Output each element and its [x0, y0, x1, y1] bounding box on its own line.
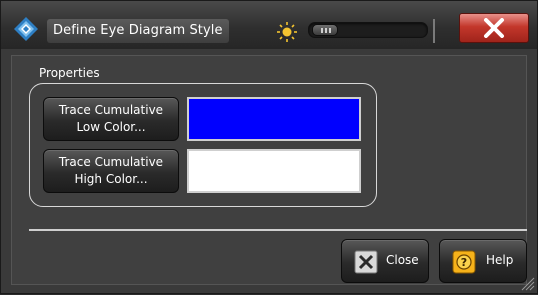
title-divider — [433, 19, 435, 43]
window-title: Define Eye Diagram Style — [47, 19, 229, 43]
close-x-icon — [484, 18, 504, 38]
high-color-swatch[interactable] — [187, 149, 361, 193]
dialog-window: Define Eye Diagram Style Properties Trac… — [0, 0, 538, 294]
help-button-label: Help — [486, 253, 514, 267]
slider-thumb[interactable] — [312, 24, 338, 36]
title-bar[interactable]: Define Eye Diagram Style — [1, 1, 537, 49]
properties-group-label: Properties — [39, 66, 100, 80]
help-button[interactable]: ? Help — [439, 239, 527, 283]
brightness-sun-icon — [276, 21, 298, 43]
resize-grip-icon[interactable] — [519, 275, 535, 291]
trace-low-color-label-line2: Low Color... — [76, 120, 146, 134]
svg-text:?: ? — [461, 256, 467, 269]
transparency-slider[interactable] — [308, 22, 428, 38]
trace-high-color-button[interactable]: Trace Cumulative High Color... — [43, 149, 179, 193]
trace-high-color-label-line1: Trace Cumulative — [58, 155, 164, 169]
close-x-icon — [354, 250, 378, 274]
footer-separator — [29, 229, 527, 231]
trace-high-color-label-line2: High Color... — [74, 172, 148, 186]
app-logo-icon — [13, 16, 39, 42]
close-button[interactable]: Close — [341, 239, 429, 283]
window-close-button[interactable] — [459, 13, 529, 43]
trace-low-color-label-line1: Trace Cumulative — [58, 103, 164, 117]
trace-low-color-button[interactable]: Trace Cumulative Low Color... — [43, 97, 179, 141]
close-button-label: Close — [386, 253, 419, 267]
help-question-icon: ? — [452, 250, 476, 274]
low-color-swatch[interactable] — [187, 97, 361, 141]
